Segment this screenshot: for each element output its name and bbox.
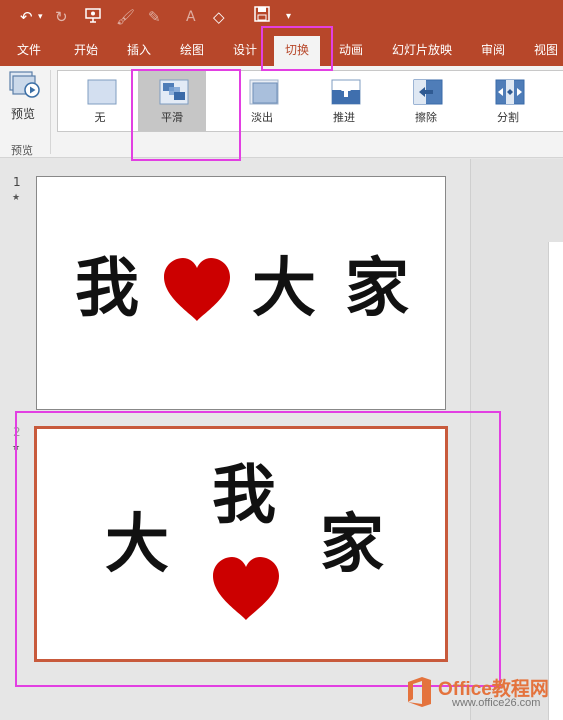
start-slideshow-icon[interactable] <box>84 6 102 28</box>
customize-qat-icon[interactable]: ▾ <box>286 6 291 28</box>
redo-icon[interactable]: ↻ <box>55 6 68 28</box>
transition-wipe[interactable]: 擦除 <box>392 71 460 131</box>
format-painter-icon[interactable]: 🖌 <box>116 6 135 28</box>
highlight-transitions-tab <box>261 26 333 71</box>
none-transition-icon <box>87 79 117 105</box>
tab-design[interactable]: 设计 <box>233 34 257 66</box>
undo-dropdown-icon[interactable]: ▾ <box>38 6 43 28</box>
slide-number: 1 <box>13 175 21 189</box>
transition-push[interactable]: 推进 <box>310 71 378 131</box>
highlight-morph-transition <box>131 69 241 161</box>
tab-draw[interactable]: 绘图 <box>180 34 204 66</box>
split-transition-icon <box>495 79 525 105</box>
tab-review[interactable]: 审阅 <box>481 34 505 66</box>
transition-label: 分割 <box>497 111 519 124</box>
slide-canvas[interactable] <box>548 242 563 720</box>
font-color-icon[interactable]: A <box>186 6 196 28</box>
preview-label[interactable]: 预览 <box>11 105 35 122</box>
watermark-url: www.office26.com <box>452 697 541 709</box>
slide-text: 家 <box>345 251 409 326</box>
pen-icon[interactable]: ✎ <box>148 6 161 28</box>
office-logo-icon <box>408 677 431 707</box>
tab-home[interactable]: 开始 <box>74 34 98 66</box>
slide-text: 大 <box>252 251 316 326</box>
tab-view[interactable]: 视图 <box>534 34 558 66</box>
group-divider <box>50 70 51 154</box>
save-icon[interactable] <box>254 6 270 28</box>
push-transition-icon <box>331 79 361 105</box>
transition-label: 擦除 <box>415 111 437 124</box>
fade-transition-icon <box>249 79 279 105</box>
wipe-transition-icon <box>413 79 443 105</box>
slide-text: 我 <box>75 251 139 326</box>
highlight-slide-2 <box>15 411 501 687</box>
heart-icon <box>164 258 230 321</box>
tab-animations[interactable]: 动画 <box>339 34 363 66</box>
transition-label: 推进 <box>333 111 355 124</box>
transition-star-icon: ★ <box>12 193 21 203</box>
slide-thumbnail-1[interactable]: 我 大 家 <box>36 176 446 410</box>
tab-insert[interactable]: 插入 <box>127 34 151 66</box>
undo-icon[interactable]: ↶ <box>20 6 33 28</box>
preview-group-label: 预览 <box>11 144 33 157</box>
tab-slideshow[interactable]: 幻灯片放映 <box>392 34 452 66</box>
transition-split[interactable]: 分割 <box>474 71 542 131</box>
transition-label: 无 <box>94 111 106 124</box>
tab-file[interactable]: 文件 <box>17 34 41 66</box>
preview-icon <box>9 71 40 98</box>
transition-none[interactable]: 无 <box>66 71 134 131</box>
shape-fill-icon[interactable]: ◇ <box>213 6 225 28</box>
